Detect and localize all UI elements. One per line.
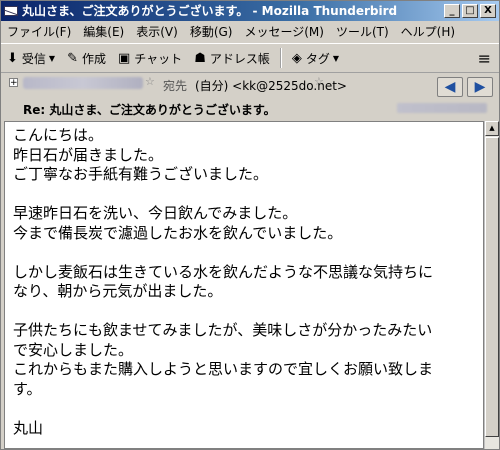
thunderbird-window: 丸山さま、ご注文ありがとうございます。 - Mozilla Thunderbir… <box>0 0 500 450</box>
close-button[interactable]: X <box>480 4 496 18</box>
hamburger-menu-icon[interactable]: ≡ <box>478 49 491 68</box>
to-value[interactable]: (自分) <kk@2525do.net> <box>195 77 347 94</box>
menu-go[interactable]: 移動(G) <box>184 22 239 42</box>
forward-button[interactable]: ▶ <box>467 77 493 97</box>
reply-back-button[interactable]: ◀ <box>437 77 463 97</box>
message-line <box>13 185 473 205</box>
vertical-scrollbar[interactable]: ▲ <box>484 121 499 449</box>
main-toolbar: ⬇ 受信 ▼ ✎ 作成 ▣ チャット ☗ アドレス帳 ◈ タグ ▼ ≡ <box>1 43 499 73</box>
chevron-down-icon[interactable]: ▼ <box>49 54 55 63</box>
message-line <box>13 243 473 263</box>
message-line: 昨日石が届きました。 <box>13 145 164 164</box>
message-line: 丸山 <box>13 418 44 437</box>
message-line: 早速昨日石を洗い、今日飲んでみました。 <box>13 204 298 222</box>
scroll-up-arrow-icon[interactable]: ▲ <box>485 121 499 136</box>
person-icon: ☗ <box>194 50 206 66</box>
tag-icon: ◈ <box>291 50 302 66</box>
scroll-thumb[interactable] <box>485 137 499 437</box>
chat-button[interactable]: ▣ チャット <box>112 46 188 70</box>
tag-label: タグ <box>305 51 330 66</box>
message-line <box>13 399 473 419</box>
message-line <box>13 302 473 322</box>
address-book-label: アドレス帳 <box>209 51 270 66</box>
chat-bubble-icon: ▣ <box>118 50 131 66</box>
message-line: なり、朝から元気が出ました。 <box>13 282 223 300</box>
message-line: 子供たちにも飲ませてみましたが、美味しさが分かったみたい <box>13 321 433 339</box>
toolbar-divider <box>279 48 282 68</box>
menu-bar: ファイル(F) 編集(E) 表示(V) 移動(G) メッセージ(M) ツール(T… <box>1 22 499 42</box>
expand-header-toggle[interactable]: + <box>9 78 18 88</box>
tag-button[interactable]: ◈ タグ ▼ <box>286 46 345 70</box>
message-body[interactable]: こんにちは。 昨日石が届きました。 ご丁寧なお手紙有難うございました。 早速昨日… <box>4 121 484 449</box>
pencil-icon: ✎ <box>67 50 78 66</box>
message-line: こんにちは。 <box>13 126 104 144</box>
compose-label: 作成 <box>81 51 106 66</box>
compose-button[interactable]: ✎ 作成 <box>61 46 112 70</box>
message-header: + ☆ 宛先 (自分) <kk@2525do.net> ☆ ◀ ▶ Re: 丸山… <box>1 73 499 121</box>
menu-message[interactable]: メッセージ(M) <box>238 22 329 42</box>
star-icon[interactable]: ☆ <box>314 75 324 88</box>
message-line: で安心しました。 <box>13 340 134 359</box>
message-subject: Re: 丸山さま、ご注文ありがとうございます。 <box>23 103 276 117</box>
message-line: 今まで備長炭で濾過したお水を飲んでいました。 <box>13 223 343 242</box>
menu-help[interactable]: ヘルプ(H) <box>395 22 461 42</box>
message-line: これからもまた購入しようと思いますので宜しくお願い致しま <box>13 360 434 378</box>
message-line: す。 <box>13 379 42 398</box>
maximize-button[interactable]: □ <box>462 4 478 18</box>
envelope-icon <box>4 3 18 18</box>
menu-tools[interactable]: ツール(T) <box>330 22 395 42</box>
address-book-button[interactable]: ☗ アドレス帳 <box>188 46 276 70</box>
receive-label: 受信 <box>21 51 46 66</box>
star-icon[interactable]: ☆ <box>145 75 155 88</box>
sender-redacted <box>23 77 143 89</box>
chevron-down-icon: ▼ <box>332 53 340 63</box>
date-redacted <box>397 103 487 113</box>
window-title: 丸山さま、ご注文ありがとうございます。 - Mozilla Thunderbir… <box>22 4 398 18</box>
message-line: しかし麦飯石は生きている水を飲んだような不思議な気持ちに <box>13 262 434 281</box>
minimize-button[interactable]: _ <box>444 4 460 18</box>
chat-label: チャット <box>134 51 183 66</box>
menu-file[interactable]: ファイル(F) <box>1 22 77 42</box>
download-icon: ⬇ <box>7 50 18 66</box>
message-line: ご丁寧なお手紙有難うございました。 <box>13 165 269 183</box>
message-text: こんにちは。 昨日石が届きました。 ご丁寧なお手紙有難うございました。 早速昨日… <box>13 126 473 438</box>
menu-view[interactable]: 表示(V) <box>130 22 184 42</box>
receive-button[interactable]: ⬇ 受信 ▼ <box>1 46 61 70</box>
menu-edit[interactable]: 編集(E) <box>77 22 130 42</box>
title-bar[interactable]: 丸山さま、ご注文ありがとうございます。 - Mozilla Thunderbir… <box>1 1 499 21</box>
to-label: 宛先 <box>163 79 188 93</box>
